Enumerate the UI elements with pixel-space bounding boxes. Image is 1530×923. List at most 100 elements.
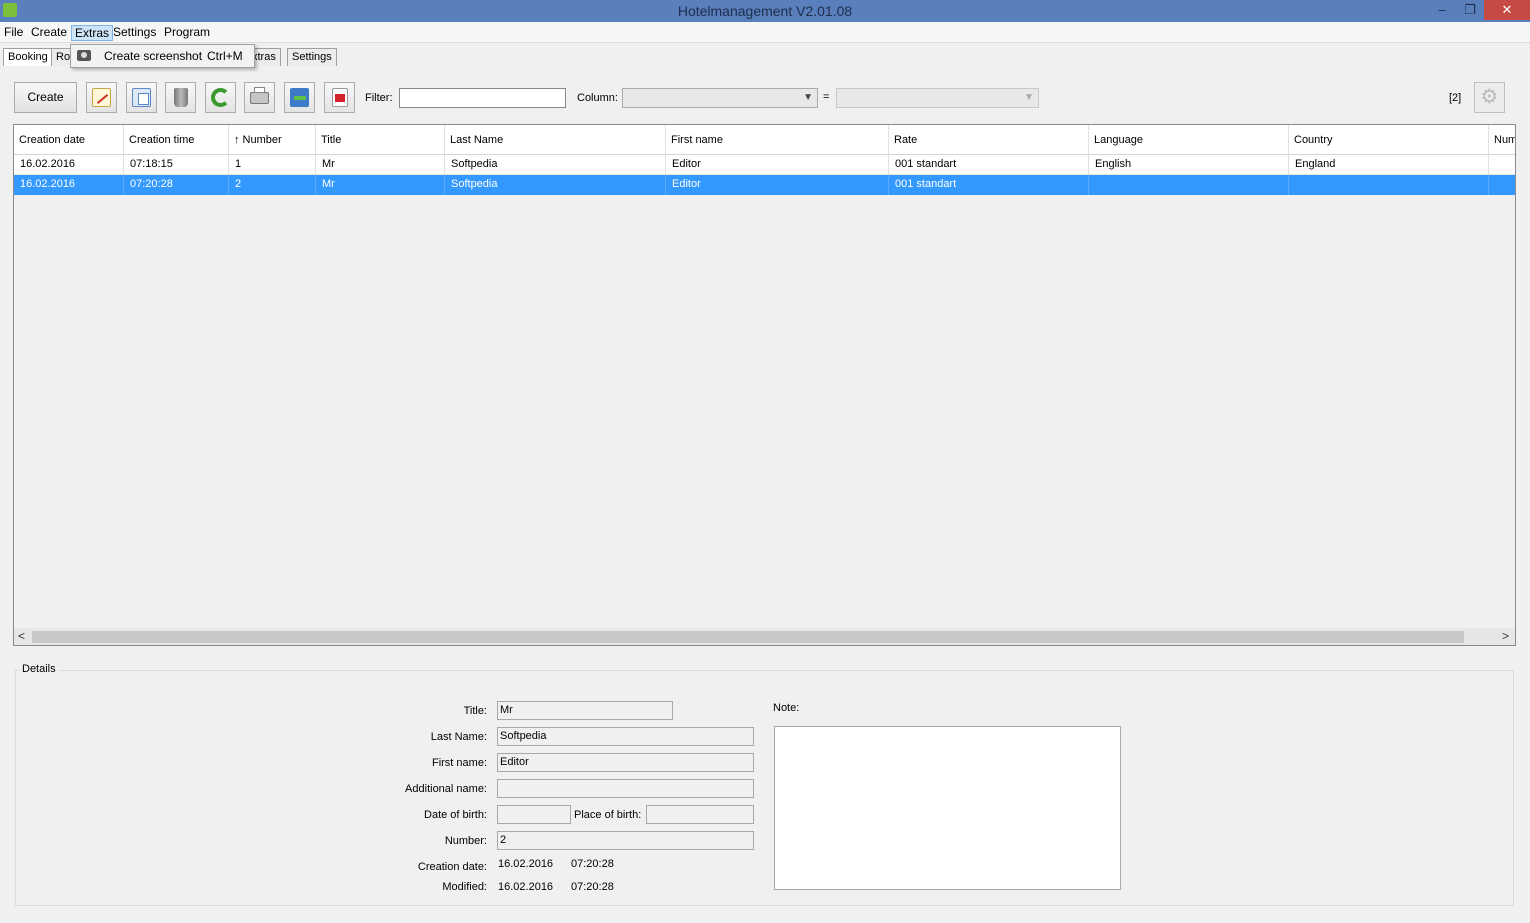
restore-button[interactable]: ❐ bbox=[1456, 0, 1484, 20]
column-header[interactable]: Country bbox=[1289, 125, 1489, 155]
column-header[interactable]: First name bbox=[666, 125, 889, 155]
modified-date-value: 16.02.2016 bbox=[498, 881, 554, 891]
column-header[interactable]: Last Name bbox=[445, 125, 666, 155]
shortcut-label: Ctrl+M bbox=[207, 49, 243, 63]
menu-settings[interactable]: Settings bbox=[110, 25, 159, 41]
column-header[interactable]: Language bbox=[1089, 125, 1289, 155]
column-header[interactable]: Rate bbox=[889, 125, 1089, 155]
filter-label: Filter: bbox=[365, 92, 393, 104]
menu-bar: File Create Extras Settings Program bbox=[0, 22, 1530, 43]
copy-button[interactable] bbox=[126, 82, 157, 113]
table-cell: 07:18:15 bbox=[124, 155, 229, 175]
table-row-selected[interactable]: 16.02.2016 07:20:28 2 Mr Softpedia Edito… bbox=[14, 175, 1515, 195]
delete-button[interactable] bbox=[165, 82, 196, 113]
column-header[interactable]: Creation date bbox=[14, 125, 124, 155]
table-cell: English bbox=[1089, 155, 1289, 175]
grid-header: Creation date Creation time ↑ Number Tit… bbox=[14, 125, 1515, 155]
column-label: Column: bbox=[577, 92, 618, 104]
table-cell: Editor bbox=[666, 175, 889, 195]
horizontal-scrollbar[interactable]: < > bbox=[14, 628, 1515, 645]
table-cell bbox=[1089, 175, 1289, 195]
scroll-left-icon[interactable]: < bbox=[18, 629, 25, 643]
refresh-button[interactable] bbox=[205, 82, 236, 113]
title-field[interactable]: Mr bbox=[497, 701, 673, 720]
edit-button[interactable] bbox=[86, 82, 117, 113]
menu-file[interactable]: File bbox=[1, 25, 26, 41]
column-header[interactable]: ↑ Number bbox=[229, 125, 316, 155]
table-cell: 001 standart bbox=[889, 155, 1089, 175]
number-field[interactable]: 2 bbox=[497, 831, 754, 850]
edit-icon bbox=[92, 88, 111, 107]
table-cell: Softpedia bbox=[445, 155, 666, 175]
column-header[interactable]: Creation time bbox=[124, 125, 229, 155]
number-label: Number: bbox=[444, 835, 487, 847]
additional-name-field[interactable] bbox=[497, 779, 754, 798]
table-cell: Mr bbox=[316, 175, 445, 195]
note-textarea[interactable] bbox=[774, 726, 1121, 890]
minimize-button[interactable]: ‒ bbox=[1428, 0, 1456, 20]
pdf-icon bbox=[332, 88, 348, 107]
create-screenshot-item[interactable]: Create screenshot bbox=[104, 49, 202, 63]
creation-time-value: 07:20:28 bbox=[571, 858, 614, 870]
modified-time-value: 07:20:28 bbox=[571, 881, 614, 891]
date-of-birth-label: Date of birth: bbox=[424, 809, 487, 821]
place-of-birth-field[interactable] bbox=[646, 805, 754, 824]
creation-date-value: 16.02.2016 bbox=[498, 858, 554, 870]
creation-date-label: Creation date: bbox=[417, 861, 487, 873]
menu-extras[interactable]: Extras bbox=[71, 25, 114, 41]
print-icon bbox=[250, 87, 269, 104]
additional-name-label: Additional name: bbox=[405, 783, 487, 795]
scroll-right-icon[interactable]: > bbox=[1502, 629, 1509, 643]
refresh-icon bbox=[211, 88, 230, 107]
equals-label: = bbox=[823, 91, 830, 103]
table-cell bbox=[1289, 175, 1489, 195]
settings-button[interactable]: ⚙ bbox=[1474, 82, 1505, 113]
table-cell: 16.02.2016 bbox=[14, 175, 124, 195]
export-icon bbox=[290, 88, 309, 107]
table-cell: Softpedia bbox=[445, 175, 666, 195]
details-legend: Details bbox=[20, 663, 58, 675]
column-header[interactable]: Num bbox=[1489, 125, 1515, 155]
pdf-button[interactable] bbox=[324, 82, 355, 113]
copy-icon bbox=[132, 88, 151, 107]
modified-label: Modified: bbox=[442, 881, 487, 891]
title-label: Title: bbox=[463, 705, 487, 717]
chevron-down-icon: ▼ bbox=[1024, 92, 1034, 103]
create-button[interactable]: Create bbox=[14, 82, 77, 113]
value-select[interactable]: ▼ bbox=[836, 88, 1039, 108]
tab-settings[interactable]: Settings bbox=[287, 48, 337, 66]
tab-booking[interactable]: Booking bbox=[3, 48, 53, 66]
table-cell: Editor bbox=[666, 155, 889, 175]
export-button[interactable] bbox=[284, 82, 315, 113]
table-cell bbox=[1489, 155, 1515, 175]
chevron-down-icon: ▼ bbox=[803, 92, 813, 103]
table-cell: 16.02.2016 bbox=[14, 155, 124, 175]
place-of-birth-label: Place of birth: bbox=[574, 809, 642, 821]
first-name-field[interactable]: Editor bbox=[497, 753, 754, 772]
filter-input[interactable] bbox=[399, 88, 566, 108]
menu-program[interactable]: Program bbox=[161, 25, 213, 41]
record-count: [2] bbox=[1449, 92, 1462, 104]
menu-create[interactable]: Create bbox=[28, 25, 70, 41]
column-header[interactable]: Title bbox=[316, 125, 445, 155]
toolbar: Create Filter: Column: ▼ = ▼ [2] ⚙ bbox=[0, 70, 1530, 124]
first-name-label: First name: bbox=[431, 757, 487, 769]
print-button[interactable] bbox=[244, 82, 275, 113]
date-of-birth-field[interactable] bbox=[497, 805, 571, 824]
last-name-field[interactable]: Softpedia bbox=[497, 727, 754, 746]
delete-icon bbox=[174, 88, 188, 107]
camera-icon bbox=[77, 50, 91, 61]
scrollbar-thumb[interactable] bbox=[32, 631, 1464, 643]
booking-grid: Creation date Creation time ↑ Number Tit… bbox=[13, 124, 1516, 646]
table-row[interactable]: 16.02.2016 07:18:15 1 Mr Softpedia Edito… bbox=[14, 155, 1515, 175]
table-cell: Mr bbox=[316, 155, 445, 175]
window-title: Hotelmanagement V2.01.08 bbox=[677, 3, 853, 19]
table-cell: 1 bbox=[229, 155, 316, 175]
gear-icon: ⚙ bbox=[1480, 86, 1499, 108]
details-panel bbox=[15, 670, 1514, 906]
table-cell: England bbox=[1289, 155, 1489, 175]
title-bar: Hotelmanagement V2.01.08 ‒ ❐ ✕ bbox=[0, 0, 1530, 22]
close-button[interactable]: ✕ bbox=[1484, 0, 1530, 20]
table-cell: 2 bbox=[229, 175, 316, 195]
column-select[interactable]: ▼ bbox=[622, 88, 818, 108]
